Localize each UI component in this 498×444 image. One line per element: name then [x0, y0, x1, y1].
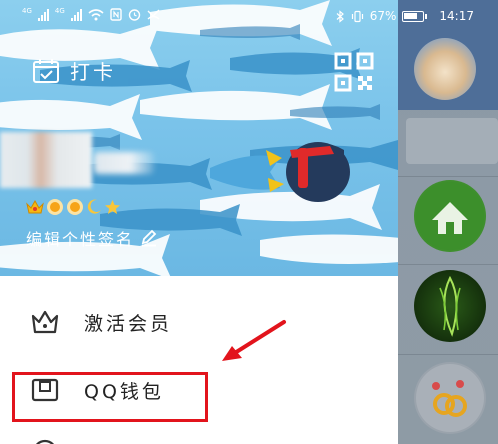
calendar-check-icon [33, 58, 59, 83]
status-left: 4G 4G [22, 8, 160, 21]
crown-outline-icon [31, 310, 59, 334]
checkin-button[interactable]: 打卡 [32, 56, 116, 85]
annotation-highlight-box [12, 372, 208, 422]
bluetooth-icon [336, 9, 344, 23]
house-icon [416, 182, 484, 250]
side-drawer: 打卡 编辑个性签名 激活会员 QQ钱包 [0, 0, 398, 444]
avatar[interactable] [0, 132, 92, 188]
carrier1-label: 4G [22, 7, 32, 15]
signature-label: 编辑个性签名 [26, 230, 135, 249]
level-badges[interactable] [26, 198, 121, 216]
missed-call-icon [147, 9, 160, 20]
rings-icon [416, 364, 484, 432]
divider [398, 354, 498, 355]
sun-icon [47, 199, 63, 215]
contact-avatar[interactable] [414, 38, 476, 100]
contact-avatar[interactable] [414, 362, 486, 434]
crown-icon [26, 199, 44, 214]
nickname[interactable] [94, 152, 154, 174]
qr-code-icon[interactable] [334, 52, 374, 92]
divider [398, 176, 498, 177]
divider [398, 264, 498, 265]
nfc-icon [110, 8, 122, 21]
checkin-label: 打卡 [70, 60, 116, 84]
sun-icon [67, 199, 83, 215]
clock: 14:17 [439, 9, 474, 23]
signal-icon [70, 8, 82, 21]
profile-header: 打卡 编辑个性签名 [0, 0, 398, 276]
alarm-icon [128, 9, 140, 21]
menu-item-label: 激活会员 [84, 312, 173, 335]
star-icon [105, 199, 120, 214]
carrier2-label: 4G [54, 7, 65, 15]
contact-avatar[interactable] [414, 270, 486, 342]
battery-percent: 67% [369, 9, 397, 23]
annotation-arrow-icon [222, 320, 286, 361]
battery-icon [402, 10, 425, 22]
signature-edit[interactable]: 编辑个性签名 [26, 226, 158, 250]
vibrate-icon [351, 10, 363, 22]
status-right: 67% 14:17 [336, 9, 474, 23]
dimmed-main-panel[interactable] [398, 0, 498, 444]
signal-icon [37, 8, 49, 21]
leaf-icon [439, 275, 461, 337]
wifi-icon [88, 8, 104, 20]
contact-avatar[interactable] [414, 180, 486, 252]
battery-tip [425, 13, 428, 19]
circle-outline-icon [35, 439, 55, 444]
moon-icon [87, 199, 101, 214]
menu-item-activate-vip[interactable]: 激活会员 [30, 308, 172, 336]
search-bar[interactable] [406, 118, 498, 164]
menu-item-partial[interactable] [30, 434, 60, 444]
pencil-icon [141, 229, 157, 247]
status-bar: 4G 4G 67% 14:17 [0, 0, 498, 34]
